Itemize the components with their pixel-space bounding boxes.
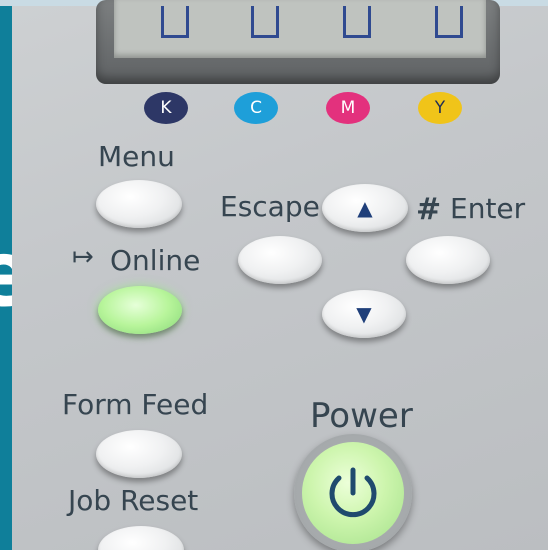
down-arrow-icon: ▼ <box>356 302 372 326</box>
toner-level-bar-k <box>158 6 192 40</box>
online-label: Online <box>110 244 201 277</box>
side-band: e <box>0 6 34 550</box>
job-reset-label: Job Reset <box>68 484 199 517</box>
escape-button[interactable] <box>238 236 322 284</box>
toner-level-bar-m <box>340 6 374 40</box>
control-panel: K C M Y Menu Escape ▲ # Enter ↦ Online ▼… <box>12 0 548 550</box>
escape-label: Escape <box>220 190 320 223</box>
down-arrow-button[interactable]: ▼ <box>322 290 406 338</box>
lcd-screen <box>114 0 486 58</box>
toner-indicator-m: M <box>326 92 370 124</box>
toner-indicator-c: C <box>234 92 278 124</box>
lcd-display <box>96 0 500 84</box>
up-arrow-icon: ▲ <box>357 196 373 220</box>
hash-icon: # <box>416 192 442 227</box>
toner-level-bar-y <box>432 6 466 40</box>
menu-label: Menu <box>98 140 175 173</box>
toner-indicator-k: K <box>144 92 188 124</box>
printer-control-panel-photo: e K C M Y Menu Escape ▲ # Enter ↦ Online <box>0 0 548 550</box>
enter-label: Enter <box>450 192 526 225</box>
job-reset-button[interactable] <box>98 526 184 550</box>
power-button[interactable] <box>302 442 404 544</box>
form-feed-label: Form Feed <box>62 388 209 421</box>
enter-button[interactable] <box>406 236 490 284</box>
power-label: Power <box>310 396 413 436</box>
online-button[interactable] <box>98 286 182 334</box>
up-arrow-button[interactable]: ▲ <box>322 184 408 232</box>
online-arrow-icon: ↦ <box>72 242 94 272</box>
power-icon <box>329 467 377 518</box>
menu-button[interactable] <box>96 180 182 228</box>
form-feed-button[interactable] <box>96 430 182 478</box>
toner-level-bar-c <box>248 6 282 40</box>
toner-indicator-y: Y <box>418 92 462 124</box>
